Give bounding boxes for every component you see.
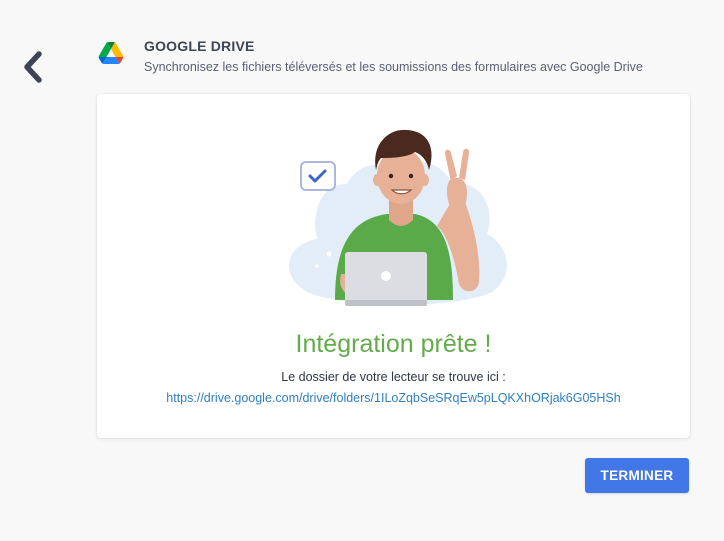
page-title: GOOGLE DRIVE	[144, 38, 255, 54]
success-title: Intégration prête !	[295, 330, 492, 358]
success-card: Intégration prête ! Le dossier de votre …	[97, 94, 690, 438]
google-drive-icon	[98, 42, 124, 64]
header-text: GOOGLE DRIVE Synchronisez les fichiers t…	[142, 38, 643, 74]
integration-header: GOOGLE DRIVE Synchronisez les fichiers t…	[98, 38, 643, 74]
folder-label: Le dossier de votre lecteur se trouve ic…	[281, 370, 506, 384]
person-with-laptop-illustration	[288, 129, 507, 306]
back-button[interactable]	[18, 50, 48, 84]
integration-page: GOOGLE DRIVE Synchronisez les fichiers t…	[0, 0, 724, 541]
page-subtitle: Synchronisez les fichiers téléversés et …	[144, 60, 643, 74]
chevron-left-icon	[24, 51, 42, 83]
finish-button[interactable]: TERMINER	[585, 458, 689, 493]
folder-link[interactable]: https://drive.google.com/drive/folders/1…	[97, 391, 690, 405]
